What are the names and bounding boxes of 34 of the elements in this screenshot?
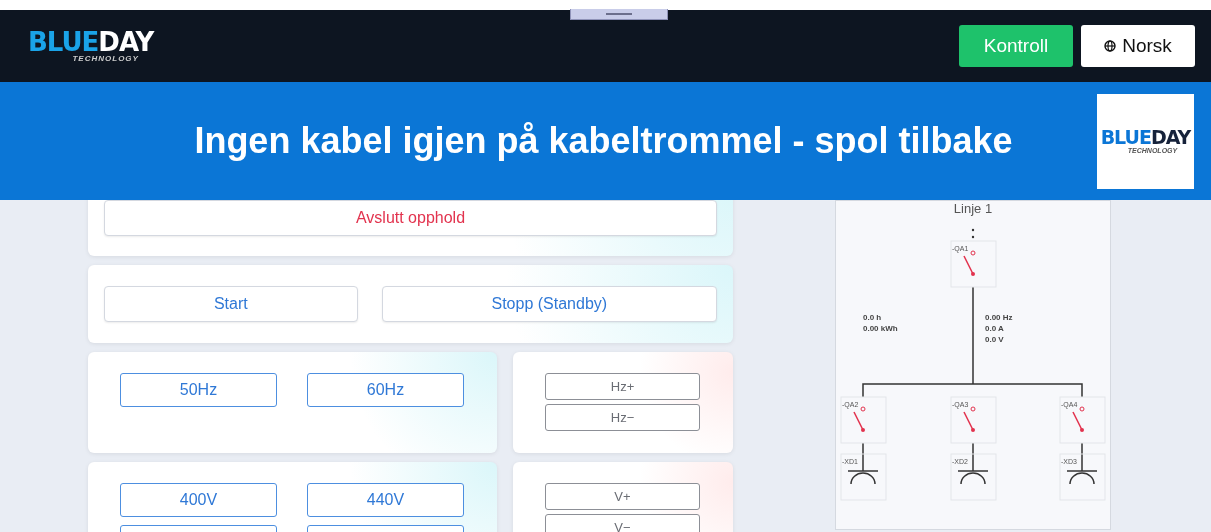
adjust-button[interactable]: V− [545,514,700,532]
switch-frame [840,396,887,444]
globe-icon [1104,40,1117,52]
preset-button[interactable]: 400V [120,483,277,517]
switch-frame [950,396,997,444]
drag-handle[interactable] [570,9,668,20]
action-button[interactable]: Start [104,286,358,322]
outlet-frame [840,453,887,501]
end-stay-button[interactable]: Avslutt opphold [104,200,717,236]
electrical-reading: 0.00 Hz [985,313,1013,322]
logo: BLUEDAY TECHNOLOGY [28,29,154,63]
preset-button[interactable]: 440V [307,483,464,517]
socket-symbol [1066,470,1098,485]
socket-symbol [957,470,989,485]
switch-frame [950,240,997,288]
energy-reading: 0.0 h [863,313,882,322]
adjust-button[interactable]: V+ [545,483,700,510]
line-title: Linje 1 [953,201,993,216]
alert-title: Ingen kabel igjen på kabeltrommel - spol tilbake [193,119,1014,163]
socket-symbol [847,470,879,485]
preset-button[interactable]: 60Hz [307,373,464,407]
action-button[interactable]: Stopp (Standby) [381,286,717,322]
energy-reading: 0.00 kWh [863,324,898,333]
outlet-frame [1059,453,1106,501]
electrical-reading: 0.0 V [985,335,1004,344]
electrical-reading: 0.0 A [985,324,1004,333]
adjust-button[interactable]: Hz− [545,404,700,431]
outlet-frame [950,453,997,501]
switch-frame [1059,396,1106,444]
control-button[interactable]: Kontroll [959,25,1073,67]
adjust-button[interactable]: Hz+ [545,373,700,400]
language-button[interactable]: Norsk [1081,25,1195,67]
preset-button[interactable]: 50Hz [120,373,277,407]
dots-icon [971,228,975,239]
